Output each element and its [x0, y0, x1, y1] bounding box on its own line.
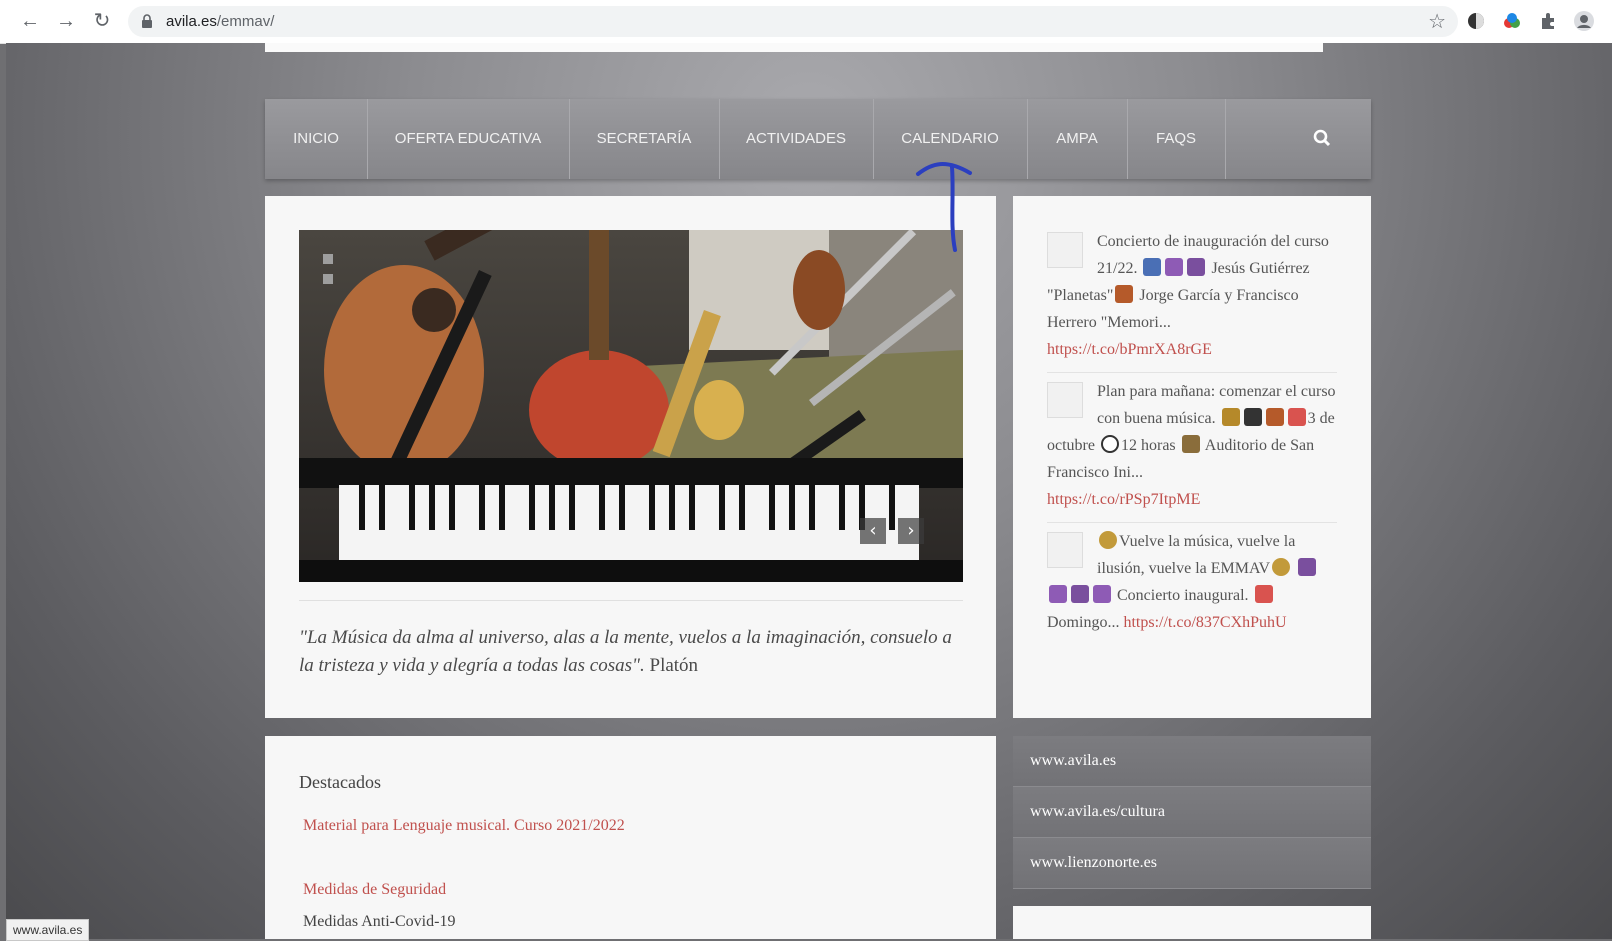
forward-icon[interactable]: → [54, 9, 78, 33]
nav-item-actividades[interactable]: ACTIVIDADES [719, 99, 874, 179]
tweet-avatar [1047, 232, 1083, 268]
smile-emoji-icon [1272, 558, 1291, 576]
piano-emoji-icon [1243, 408, 1262, 426]
status-bar-url: www.avila.es [6, 919, 90, 941]
url-text: avila.es/emmav/ [166, 13, 275, 30]
profile-avatar-icon[interactable] [1574, 11, 1594, 31]
link-lienzonorte[interactable]: www.lienzonorte.es [1013, 838, 1371, 889]
guitar-emoji-icon [1221, 408, 1240, 426]
color-extension-icon[interactable] [1502, 11, 1522, 31]
twitter-feed-card: Concierto de inauguración del curso 21/2… [1013, 196, 1371, 718]
slider-dot-2[interactable] [323, 274, 333, 284]
destacados-text-covid: Medidas Anti-Covid-19 [303, 913, 456, 930]
notes-emoji-icon [1165, 258, 1184, 276]
nav-item-faqs[interactable]: FAQS [1127, 99, 1226, 179]
tweet-text: Concierto inaugural. [1113, 587, 1253, 604]
link-avila[interactable]: www.avila.es [1013, 736, 1371, 787]
nav-item-inicio[interactable]: INICIO [265, 99, 368, 179]
sidebar-card-bottom [1013, 906, 1371, 939]
browser-toolbar: ← → ↻ avila.es/emmav/ ☆ [0, 0, 1612, 44]
slider-next-icon[interactable]: › [898, 518, 924, 544]
slider-dot-1[interactable] [323, 254, 333, 264]
tweet-link[interactable]: https://t.co/rPSp7ItpME [1047, 491, 1200, 508]
notes-emoji-icon [1049, 585, 1067, 603]
guitar-emoji-icon [1115, 285, 1134, 303]
main-navigation: INICIO OFERTA EDUCATIVA SECRETARÍA ACTIV… [265, 99, 1371, 179]
calendar-emoji-icon [1287, 408, 1306, 426]
link-label: www.avila.es [1030, 752, 1117, 769]
quote-author: Platón [644, 655, 699, 676]
nav-item-ampa[interactable]: AMPA [1027, 99, 1128, 179]
notes-emoji-icon [1187, 258, 1206, 276]
music-emoji-icon [1143, 258, 1162, 276]
lock-icon [142, 14, 152, 28]
back-icon[interactable]: ← [18, 9, 42, 33]
clock-emoji-icon [1100, 435, 1119, 453]
destacados-card: Destacados Material para Lenguaje musica… [265, 736, 996, 939]
building-emoji-icon [1181, 435, 1200, 453]
reload-icon[interactable]: ↻ [90, 9, 114, 33]
header-strip [265, 43, 1323, 52]
divider [1047, 522, 1337, 523]
nav-item-secretaria[interactable]: SECRETARÍA [569, 99, 720, 179]
dark-mode-extension-icon[interactable] [1466, 11, 1486, 31]
quote-body: "La Música da alma al universo, alas a l… [299, 627, 952, 676]
annotation-arrow-icon [916, 162, 972, 252]
tweet-link[interactable]: https://t.co/bPmrXA8rGE [1047, 341, 1212, 358]
slider-card: ‹ › "La Música da alma al universo, alas… [265, 196, 996, 718]
link-label: www.lienzonorte.es [1030, 854, 1157, 871]
notes-emoji-icon [1298, 558, 1317, 576]
destacados-link-material[interactable]: Material para Lenguaje musical. Curso 20… [303, 817, 625, 835]
notes-emoji-icon [1093, 585, 1111, 603]
tweet-1: Concierto de inauguración del curso 21/2… [1047, 228, 1337, 363]
tweet-text: Domingo... [1047, 614, 1124, 631]
link-label: www.avila.es/cultura [1030, 803, 1165, 820]
slider-image-instruments: ‹ › [299, 230, 963, 582]
slider-prev-icon[interactable]: ‹ [860, 518, 886, 544]
tweet-avatar [1047, 382, 1083, 418]
extensions-puzzle-icon[interactable] [1538, 11, 1558, 31]
smile-emoji-icon [1099, 531, 1117, 549]
nav-item-oferta-educativa[interactable]: OFERTA EDUCATIVA [367, 99, 570, 179]
address-bar[interactable]: avila.es/emmav/ ☆ [128, 6, 1458, 37]
tweet-text: Vuelve la música, vuelve la ilusión, vue… [1097, 533, 1296, 577]
divider [299, 600, 963, 601]
calendar-emoji-icon [1254, 585, 1273, 603]
quote-text: "La Música da alma al universo, alas a l… [299, 624, 963, 680]
destacados-link-seguridad[interactable]: Medidas de Seguridad [303, 881, 446, 899]
link-avila-cultura[interactable]: www.avila.es/cultura [1013, 787, 1371, 838]
guitar-emoji-icon [1265, 408, 1284, 426]
tweet-avatar [1047, 532, 1083, 568]
notes-emoji-icon [1071, 585, 1089, 603]
tweet-2: Plan para mañana: comenzar el curso con … [1047, 378, 1337, 513]
tweet-link[interactable]: https://t.co/837CXhPuhU [1123, 614, 1286, 631]
divider [1047, 372, 1337, 373]
bookmark-star-icon[interactable]: ☆ [1428, 9, 1446, 34]
tweet-text: 12 horas [1120, 437, 1180, 454]
destacados-title: Destacados [299, 772, 381, 792]
tweet-3: Vuelve la música, vuelve la ilusión, vue… [1047, 528, 1337, 636]
search-icon[interactable] [1313, 129, 1331, 147]
